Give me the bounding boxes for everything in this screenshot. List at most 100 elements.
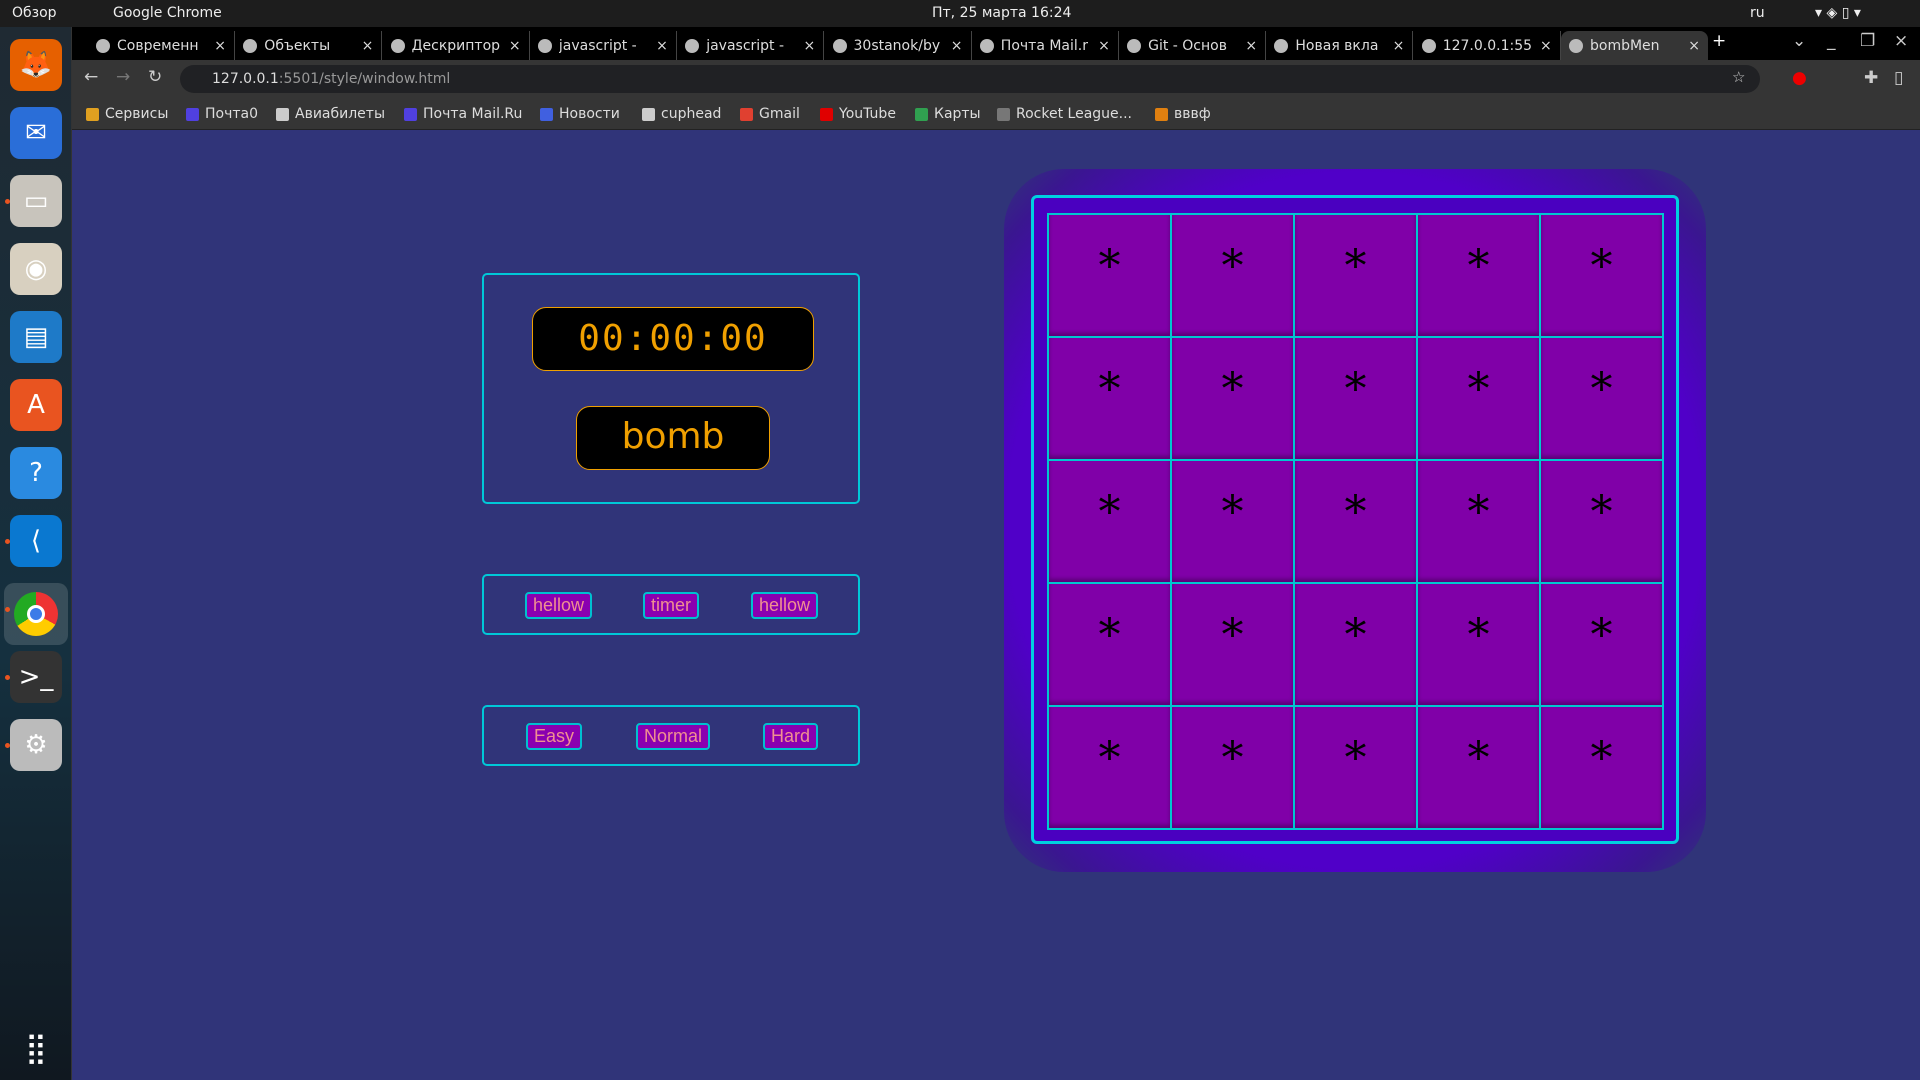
vscode-icon[interactable]: ⟨ — [10, 515, 62, 567]
cell-r3c2[interactable]: * — [1294, 583, 1417, 706]
settings-icon[interactable]: ⚙ — [10, 719, 62, 771]
cell-r1c0[interactable]: * — [1048, 337, 1171, 460]
activities-button[interactable]: Обзор — [12, 5, 57, 21]
tab-close-icon[interactable]: × — [214, 38, 226, 54]
side-panel-icon[interactable]: ▯ — [1894, 68, 1903, 88]
running-indicator — [5, 539, 10, 544]
tab-close-icon[interactable]: × — [656, 38, 668, 54]
clock[interactable]: Пт, 25 марта 16:24 — [932, 5, 1071, 21]
tab-close-icon[interactable]: × — [1098, 38, 1110, 54]
bookmark-item[interactable]: Карты — [915, 106, 981, 122]
close-window-icon[interactable]: × — [1894, 31, 1908, 51]
help-icon[interactable]: ? — [10, 447, 62, 499]
writer-icon[interactable]: ▤ — [10, 311, 62, 363]
easy-button[interactable]: Easy — [526, 723, 583, 750]
bookmark-item[interactable]: Сервисы — [86, 106, 168, 122]
tab-0[interactable]: Современн × — [88, 31, 235, 60]
terminal-icon[interactable]: >_ — [10, 651, 62, 703]
chrome-icon[interactable] — [4, 583, 68, 645]
cell-r4c2[interactable]: * — [1294, 706, 1417, 829]
tab-7[interactable]: Git - Основ × — [1119, 31, 1267, 60]
star-icon[interactable]: ☆ — [1732, 68, 1745, 86]
tab-label: javascript - — [558, 37, 637, 54]
tab-1[interactable]: Объекты × — [235, 31, 383, 60]
cell-r1c3[interactable]: * — [1417, 337, 1540, 460]
cell-r2c0[interactable]: * — [1048, 460, 1171, 583]
language-indicator[interactable]: ru — [1750, 5, 1765, 21]
show-apps-icon[interactable]: ⣿ — [10, 1022, 62, 1074]
bookmark-item[interactable]: вввф — [1155, 106, 1211, 122]
cell-r4c3[interactable]: * — [1417, 706, 1540, 829]
bookmark-item[interactable]: Почта Mail.Ru — [404, 106, 522, 122]
tab-label: Новая вкла — [1295, 37, 1379, 54]
bookmark-item[interactable]: Новости — [540, 106, 620, 122]
bookmark-item[interactable]: YouTube — [820, 106, 896, 122]
cell-r3c4[interactable]: * — [1540, 583, 1663, 706]
cell-r3c3[interactable]: * — [1417, 583, 1540, 706]
cell-r3c0[interactable]: * — [1048, 583, 1171, 706]
cell-r2c4[interactable]: * — [1540, 460, 1663, 583]
cell-r0c1[interactable]: * — [1171, 214, 1294, 337]
cell-r4c4[interactable]: * — [1540, 706, 1663, 829]
new-tab-icon[interactable]: + — [1712, 31, 1726, 51]
hard-button[interactable]: Hard — [763, 723, 819, 750]
tab-close-icon[interactable]: × — [1393, 38, 1405, 54]
cell-r1c4[interactable]: * — [1540, 337, 1663, 460]
forward-icon[interactable]: → — [116, 67, 130, 87]
cell-r0c0[interactable]: * — [1048, 214, 1171, 337]
rhythmbox-icon[interactable]: ◉ — [10, 243, 62, 295]
cell-r0c4[interactable]: * — [1540, 214, 1663, 337]
tab-3[interactable]: javascript - × — [530, 31, 677, 60]
hellow-button-2[interactable]: hellow — [751, 592, 819, 619]
firefox-icon[interactable]: 🦊 — [10, 39, 62, 91]
bookmark-label: Карты — [934, 106, 981, 122]
tab-close-icon[interactable]: × — [1688, 38, 1700, 54]
reload-icon[interactable]: ↻ — [148, 67, 162, 87]
tab-9[interactable]: 127.0.0.1:55 × — [1414, 31, 1561, 60]
bookmark-item[interactable]: Gmail — [740, 106, 800, 122]
tab-close-icon[interactable]: × — [803, 38, 815, 54]
tab-10[interactable]: bombMen × — [1561, 31, 1708, 60]
timer-button[interactable]: timer — [643, 592, 699, 619]
tab-8[interactable]: Новая вкла × — [1266, 31, 1414, 60]
address-bar[interactable]: 127.0.0.1:5501/style/window.html — [180, 65, 1760, 93]
minimize-icon[interactable]: _ — [1827, 31, 1836, 51]
extensions-puzzle-icon[interactable]: ✚ — [1864, 68, 1878, 88]
tab-close-icon[interactable]: × — [951, 38, 963, 54]
cell-r2c2[interactable]: * — [1294, 460, 1417, 583]
software-icon[interactable]: A — [10, 379, 62, 431]
bookmark-item[interactable]: cuphead — [642, 106, 721, 122]
extension-icon[interactable]: ● — [1792, 68, 1807, 88]
tab-5[interactable]: 30stanok/by × — [825, 31, 972, 60]
system-tray-icons[interactable]: ▾ ◈ ▯ ▾ — [1815, 5, 1861, 21]
normal-button[interactable]: Normal — [636, 723, 711, 750]
running-indicator — [5, 607, 10, 612]
cell-r0c3[interactable]: * — [1417, 214, 1540, 337]
tab-2[interactable]: Дескриптор × — [383, 31, 530, 60]
cell-r1c1[interactable]: * — [1171, 337, 1294, 460]
tab-close-icon[interactable]: × — [1245, 38, 1257, 54]
cell-r2c3[interactable]: * — [1417, 460, 1540, 583]
cell-r1c2[interactable]: * — [1294, 337, 1417, 460]
restore-icon[interactable]: ❐ — [1860, 31, 1875, 51]
tab-4[interactable]: javascript - × — [677, 31, 825, 60]
cell-r4c1[interactable]: * — [1171, 706, 1294, 829]
bookmark-item[interactable]: Авиабилеты — [276, 106, 385, 122]
files-icon[interactable]: ▭ — [10, 175, 62, 227]
cell-r0c2[interactable]: * — [1294, 214, 1417, 337]
back-icon[interactable]: ← — [84, 67, 98, 87]
tab-6[interactable]: Почта Mail.r × — [972, 31, 1119, 60]
cell-r2c1[interactable]: * — [1171, 460, 1294, 583]
thunderbird-icon[interactable]: ✉ — [10, 107, 62, 159]
tab-close-icon[interactable]: × — [509, 38, 521, 54]
cell-r4c0[interactable]: * — [1048, 706, 1171, 829]
tab-close-icon[interactable]: × — [362, 38, 374, 54]
tab-search-icon[interactable]: ⌄ — [1792, 31, 1806, 51]
bomb-button[interactable]: bomb — [576, 406, 770, 470]
hellow-button-1[interactable]: hellow — [525, 592, 593, 619]
tab-close-icon[interactable]: × — [1540, 38, 1552, 54]
bookmark-item[interactable]: Почта0 — [186, 106, 258, 122]
app-menu[interactable]: Google Chrome — [113, 5, 222, 21]
bookmark-item[interactable]: Rocket League... — [997, 106, 1132, 122]
cell-r3c1[interactable]: * — [1171, 583, 1294, 706]
